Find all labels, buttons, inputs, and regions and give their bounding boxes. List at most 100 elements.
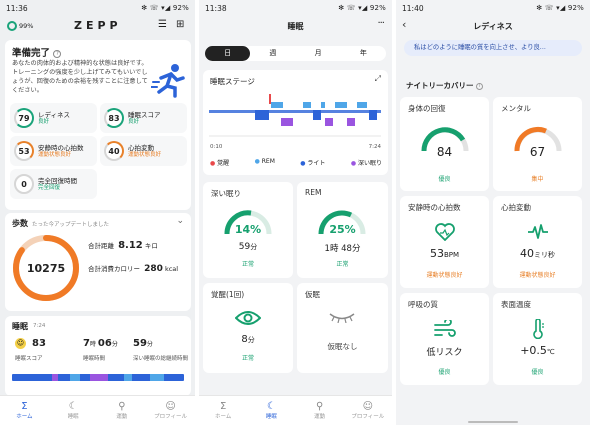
nap-value: 仮眠なし <box>327 342 358 351</box>
battery-ring-icon <box>7 21 17 31</box>
mental-value: 67 <box>529 145 546 159</box>
sleep-stage-card[interactable]: 睡眠ステージ ⤢ 0:10 7:24 ● 覚醒 ● REM ● ライト ● 深い… <box>203 70 388 175</box>
heart-icon <box>435 223 455 241</box>
awake-card[interactable]: 覚醒(1回) 8分 正常 <box>203 283 293 373</box>
help-icon[interactable]: ? <box>53 49 62 58</box>
sleep-stage-title: 睡眠ステージ <box>210 77 255 86</box>
sleep-duration-label: 睡眠時間 <box>83 356 106 362</box>
metric-hrv[interactable]: 40 心拍変動 運動状態良好 <box>100 136 187 166</box>
metric-recovery-time[interactable]: 0 完全回復時間 完全回復 <box>10 169 97 199</box>
rem-status: 正常 <box>336 261 349 268</box>
body-recovery-card[interactable]: 身体の回復 84 優良 <box>400 97 489 191</box>
hrv-value: 40ミリ秒 <box>520 247 555 260</box>
skin-temp-card[interactable]: 表面温度 +0.5℃ 優良 <box>493 293 582 385</box>
breathing-card[interactable]: 呼吸の質 低リスク 優良 <box>400 293 489 385</box>
more-icon[interactable]: ··· <box>377 18 384 29</box>
mental-status: 集中 <box>531 176 544 183</box>
sleep-mini-bar <box>12 374 184 381</box>
rem-pct: 25% <box>329 223 356 236</box>
page-title: 睡眠 <box>287 22 304 31</box>
tab-year[interactable]: 年 <box>341 46 386 61</box>
metric-resting-hr[interactable]: 53 安静時の心拍数 運動状態良好 <box>10 136 97 166</box>
readiness-header: ‹ レディネス <box>396 16 590 38</box>
status-icons: ✻ ☏ ▾◢ 92% <box>338 4 386 12</box>
runner-icon <box>151 64 185 98</box>
sleep-duration: 7時 06分 <box>83 338 118 349</box>
chevron-down-icon[interactable]: ⌄ <box>176 216 184 226</box>
period-tabs: 日 週 月 年 <box>205 46 386 61</box>
runner-tab-icon: ⚲ <box>118 401 126 412</box>
body-recovery-value: 84 <box>436 145 453 159</box>
profile-icon: ☺ <box>165 401 176 412</box>
sleep-title: 睡眠 <box>12 322 28 331</box>
home-sigma-icon: Σ <box>219 401 227 412</box>
awake-status: 正常 <box>241 355 254 362</box>
screen-home: 11:36 ✻ ☏ ▾◢ 92% 99% ZEPP ☰ ⊞ 準備完了 ? あなた… <box>0 0 195 425</box>
steps-card[interactable]: 歩数 たった今アップデートしました ⌄ 10275 合計距離 8.12 キロ 合… <box>5 213 191 311</box>
tab-workout[interactable]: ⚲ 運動 <box>102 401 142 420</box>
stage-start-time: 0:10 <box>210 144 223 150</box>
sleep-stage-chart <box>209 94 381 137</box>
skin-temp-status: 優良 <box>531 369 544 376</box>
bottom-tab-bar: Σ ホーム ☾ 睡眠 ⚲ 運動 ☺ プロフィール <box>0 395 195 425</box>
app-header: 99% ZEPP ☰ ⊞ <box>0 16 195 38</box>
expand-icon[interactable]: ⤢ <box>375 74 381 84</box>
tab-week[interactable]: 週 <box>250 46 295 61</box>
mental-card[interactable]: メンタル 67 集中 <box>493 97 582 191</box>
stage-end-time: 7:24 <box>368 144 381 150</box>
legend-light: ● ライト <box>300 160 326 167</box>
sleep-card[interactable]: 睡眠 7:24 ☺ 83 睡眠スコア 7時 06分 睡眠時間 59分 深い睡眠の… <box>5 316 191 396</box>
resting-hr-status: 運動状態良好 <box>426 272 463 279</box>
deep-sleep-card[interactable]: 深い眠り 14% 59分 正常 <box>203 182 293 278</box>
status-bar: 11:36 ✻ ☏ ▾◢ 92% <box>0 0 195 16</box>
legend-awake: ● 覚醒 <box>210 160 230 167</box>
rem-card[interactable]: REM 25% 1時 48分 正常 <box>297 182 388 278</box>
resting-hr-card[interactable]: 安静時の心拍数 53BPM 運動状態良好 <box>400 196 489 288</box>
sleep-header: 睡眠 ··· <box>199 16 392 38</box>
wind-icon <box>434 320 456 337</box>
screen-readiness: 11:40 ✻ ☏ ▾◢ 92% ‹ レディネス 私はどのように睡眠の質を向上さ… <box>396 0 590 425</box>
status-icons: ✻ ☏ ▾◢ 92% <box>141 4 189 12</box>
info-icon[interactable]: i <box>476 82 484 90</box>
readiness-description: あなたの肉体的および精神的な状態は良好です。トレーニングの強度を少し上げてみても… <box>12 60 148 94</box>
home-indicator <box>468 421 518 423</box>
eye-open-icon <box>235 311 261 325</box>
home-sigma-icon: Σ <box>21 401 28 412</box>
status-icons: ✻ ☏ ▾◢ 92% <box>536 4 584 12</box>
deep-sleep-duration: 59分 <box>238 242 258 252</box>
hrv-card[interactable]: 心拍変動 40ミリ秒 運動状態良好 <box>493 196 582 288</box>
moon-icon: ☾ <box>68 401 78 412</box>
status-bar: 11:38 ✻ ☏ ▾◢ 92% <box>199 0 392 16</box>
deep-sleep-pct: 14% <box>234 223 262 236</box>
status-time: 11:38 <box>205 3 227 13</box>
breathing-status: 優良 <box>438 369 451 376</box>
grid-icon[interactable]: ⊞ <box>176 19 184 30</box>
thermometer-icon <box>533 319 544 339</box>
tab-profile[interactable]: ☺ プロフィール <box>151 401 191 420</box>
tab-day[interactable]: 日 <box>205 46 251 61</box>
tab-workout[interactable]: ⚲ 運動 <box>300 401 340 420</box>
rem-duration: 1時 48分 <box>324 244 361 254</box>
tab-sleep[interactable]: ☾ 睡眠 <box>251 401 291 420</box>
tab-month[interactable]: 月 <box>296 46 341 61</box>
metric-readiness[interactable]: 79 レディネス 良好 <box>10 103 97 133</box>
legend-rem: ● REM <box>254 158 275 165</box>
legend-deep: ● 深い眠り <box>350 160 382 167</box>
skin-temp-value: +0.5℃ <box>520 344 555 357</box>
steps-count: 10275 <box>26 262 66 275</box>
eye-closed-icon <box>329 313 355 323</box>
question-banner[interactable]: 私はどのように睡眠の質を向上させ、より良... <box>404 40 582 56</box>
metric-sleep-score[interactable]: 83 睡眠スコア 良好 <box>100 103 187 133</box>
readiness-title: 準備完了 ? <box>12 45 62 59</box>
status-bar: 11:40 ✻ ☏ ▾◢ 92% <box>396 0 590 16</box>
tab-home[interactable]: Σ ホーム <box>203 401 243 420</box>
moon-icon: ☾ <box>266 401 276 412</box>
nap-card[interactable]: 仮眠 仮眠なし <box>297 283 388 373</box>
tab-sleep[interactable]: ☾ 睡眠 <box>53 401 93 420</box>
tab-profile[interactable]: ☺ プロフィール <box>348 401 388 420</box>
tab-home[interactable]: Σ ホーム <box>4 401 44 420</box>
deep-sleep-label: 深い睡眠の総継続時間 <box>133 356 189 362</box>
readiness-card[interactable]: 準備完了 ? あなたの肉体的および精神的な状態は良好です。トレーニングの強度を少… <box>5 40 191 210</box>
pulse-wave-icon <box>528 224 548 239</box>
list-settings-icon[interactable]: ☰ <box>158 19 167 30</box>
